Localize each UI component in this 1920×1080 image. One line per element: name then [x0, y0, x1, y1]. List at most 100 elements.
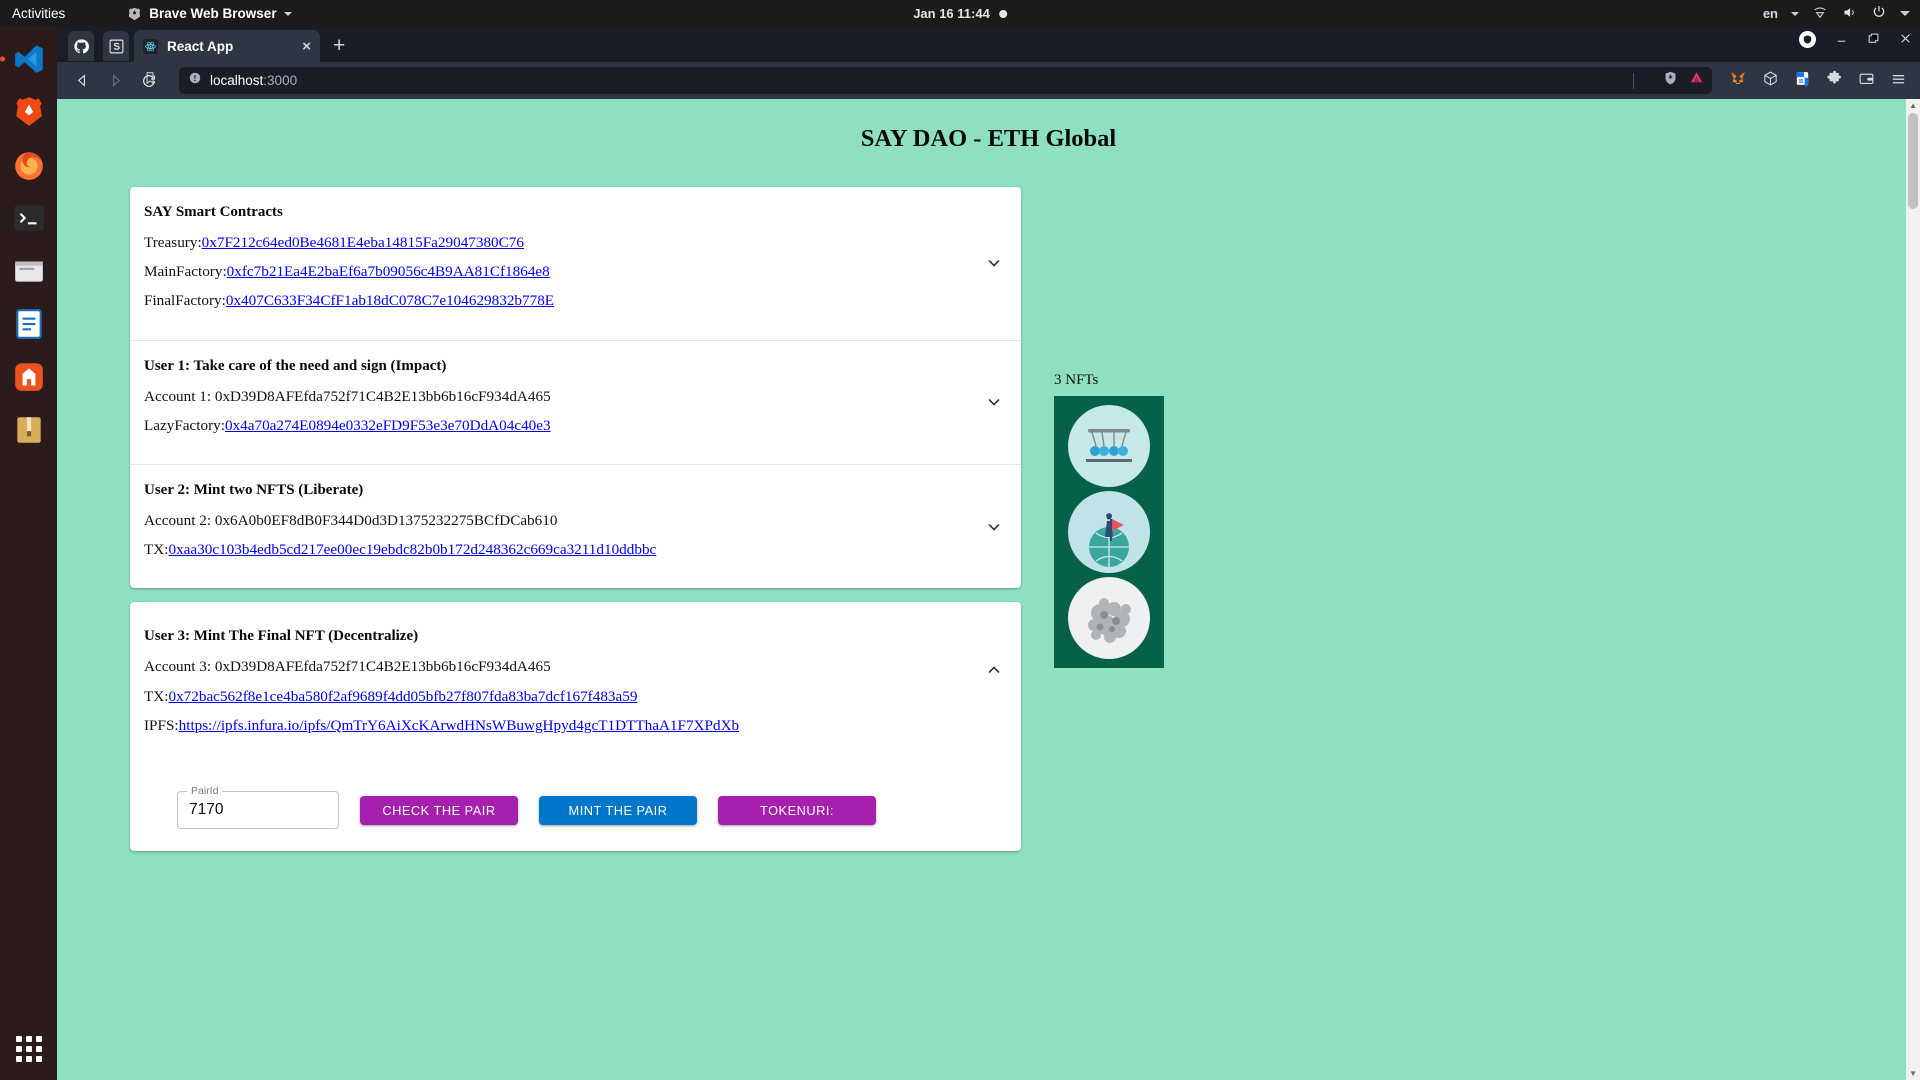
user-2-tx-line: TX:0xaa30c103b4edb5cd217ee00ec19ebdc82b0…: [144, 542, 999, 557]
metamask-extension-icon[interactable]: [1729, 69, 1747, 92]
dock-item-ubuntu-software[interactable]: [7, 355, 51, 399]
mainfactory-address-link[interactable]: 0xfc7b21Ea4E2baEf6a7b09056c4B9AA81Cf1864…: [227, 263, 550, 280]
page-title: SAY DAO - ETH Global: [860, 125, 1117, 152]
show-applications-button[interactable]: [15, 1036, 42, 1062]
wallet-extension-icon[interactable]: [1858, 70, 1875, 92]
nft-panel: 3 NFTs: [1054, 372, 1164, 668]
language-chevron-icon: [1791, 11, 1799, 16]
clock-area[interactable]: Jan 16 11:44: [913, 6, 1007, 21]
dock-item-files[interactable]: [7, 249, 51, 293]
accordion-heading: User 1: Take care of the need and sign (…: [144, 357, 447, 374]
line-label: FinalFactory:: [144, 292, 226, 310]
user-2-tx-link[interactable]: 0xaa30c103b4edb5cd217ee00ec19ebdc82b0b17…: [168, 541, 656, 558]
user-3-ipfs-link[interactable]: https://ipfs.infura.io/ipfs/QmTrY6AiXcKA…: [179, 717, 740, 734]
chevron-up-icon[interactable]: [983, 659, 1005, 681]
brave-shields-icon[interactable]: [1663, 70, 1678, 91]
omnibox-separator: [1633, 72, 1634, 89]
accordion-user-2[interactable]: User 2: Mint two NFTS (Liberate) Account…: [130, 465, 1021, 588]
brave-rewards-icon[interactable]: [1799, 31, 1816, 48]
user-3-ipfs-line: IPFS:https://ipfs.infura.io/ipfs/QmTrY6A…: [144, 718, 1007, 733]
nft-newtons-cradle-icon[interactable]: [1068, 405, 1150, 487]
tab-title-label: React App: [167, 38, 234, 54]
dock-item-vscode[interactable]: [0, 37, 51, 81]
minimize-window-button[interactable]: [1835, 32, 1848, 48]
content-column: SAY Smart Contracts Treasury:0x7F212c64e…: [130, 187, 1021, 852]
dock-item-terminal[interactable]: [7, 196, 51, 240]
extensions-toolbar: [1719, 69, 1911, 92]
line-label: Treasury:: [144, 234, 202, 251]
site-info-icon[interactable]: [188, 71, 202, 90]
pairid-label: PairId: [187, 785, 223, 798]
scroll-up-arrow-icon[interactable]: ▲: [1909, 101, 1917, 110]
account-1-line: Account 1: 0xD39D8AFEfda752f71C4B2E13bb6…: [144, 389, 999, 404]
dock-item-archive-manager[interactable]: [7, 408, 51, 452]
bookmark-icon[interactable]: [143, 70, 157, 91]
finalfactory-address-link[interactable]: 0x407C633F34CfF1ab18dC078C7e104629832b77…: [226, 292, 554, 309]
contract-line-finalfactory: FinalFactory:0x407C633F34CfF1ab18dC078C7…: [144, 293, 999, 308]
react-favicon-icon: [143, 38, 158, 54]
maximize-window-button[interactable]: [1867, 32, 1880, 48]
lazyfactory-line: LazyFactory:0x4a70a274E0894e0332eFD9F53e…: [144, 418, 999, 433]
dock-item-brave[interactable]: [7, 90, 51, 134]
check-the-pair-button[interactable]: CHECK THE PAIR: [360, 795, 518, 825]
puzzle-extensions-icon[interactable]: [1826, 70, 1843, 92]
chevron-down-icon: [283, 11, 292, 16]
line-label: TX:: [144, 541, 169, 559]
network-icon: [1812, 4, 1828, 23]
google-docs-extension-icon[interactable]: [1794, 70, 1811, 92]
user-3-tx-line: TX:0x72bac562f8e1ce4ba580f2af9689f4dd05b…: [144, 689, 1007, 704]
accordion-say-smart-contracts[interactable]: SAY Smart Contracts Treasury:0x7F212c64e…: [130, 187, 1021, 341]
metamask-omnibox-icon[interactable]: [1689, 71, 1704, 91]
chevron-down-icon[interactable]: [983, 391, 1005, 413]
lazyfactory-address-link[interactable]: 0x4a70a274E0894e0332eFD9F53e3e70DdA04c40…: [225, 417, 551, 434]
back-button[interactable]: [66, 66, 99, 96]
pairid-input[interactable]: PairId 7170: [177, 785, 339, 830]
activities-button[interactable]: Activities: [12, 6, 65, 21]
keyboard-language-label[interactable]: en: [1763, 6, 1778, 21]
page-scrollbar[interactable]: ▲ ▼: [1906, 99, 1920, 1080]
mint-the-pair-button[interactable]: MINT THE PAIR: [539, 795, 697, 825]
accordion-heading: User 2: Mint two NFTS (Liberate): [144, 482, 364, 499]
treasury-address-link[interactable]: 0x7F212c64ed0Be4681E4eba14815Fa29047380C…: [202, 234, 524, 251]
recording-indicator-icon: [998, 9, 1007, 18]
accordion-group-card: SAY Smart Contracts Treasury:0x7F212c64e…: [130, 187, 1021, 589]
running-indicator-icon: [0, 56, 5, 62]
tab-strip: React App × +: [57, 27, 1920, 62]
chevron-down-icon[interactable]: [983, 252, 1005, 274]
brave-browser-window: React App × + localhost:3000 SAY DAO - E…: [57, 27, 1920, 1080]
nft-abstract-cloud-icon[interactable]: [1068, 577, 1150, 659]
app-menu-button[interactable]: Brave Web Browser: [127, 6, 292, 22]
nft-person-globe-icon[interactable]: [1068, 491, 1150, 573]
ubuntu-dock: [0, 27, 57, 1080]
scroll-down-arrow-icon[interactable]: ▼: [1909, 1069, 1917, 1078]
address-bar[interactable]: localhost:3000: [146, 67, 1712, 94]
close-tab-icon[interactable]: ×: [302, 39, 311, 54]
line-label: Account 2: 0x6A0b0EF8dB0F344D0d3D1375232…: [144, 512, 558, 530]
accordion-heading: SAY Smart Contracts: [144, 204, 283, 220]
accordion-user-1[interactable]: User 1: Take care of the need and sign (…: [130, 341, 1021, 466]
accordion-user-3-card: User 3: Mint The Final NFT (Decentralize…: [130, 602, 1021, 852]
chevron-down-icon[interactable]: [983, 516, 1005, 538]
system-status-area[interactable]: en: [1763, 4, 1910, 23]
tokenuri-button[interactable]: TOKENURI:: [718, 795, 876, 825]
nft-count-label: 3 NFTs: [1054, 372, 1099, 388]
tab-react-app[interactable]: React App ×: [134, 30, 320, 62]
clock-label: Jan 16 11:44: [913, 6, 990, 21]
new-tab-button[interactable]: +: [333, 34, 345, 58]
cube-extension-icon[interactable]: [1762, 70, 1779, 92]
close-window-button[interactable]: [1899, 32, 1912, 48]
account-2-line: Account 2: 0x6A0b0EF8dB0F344D0d3D1375232…: [144, 513, 999, 528]
user-3-tx-link[interactable]: 0x72bac562f8e1ce4ba580f2af9689f4dd05bfb2…: [168, 688, 637, 705]
window-controls: [1799, 31, 1912, 48]
browser-menu-icon[interactable]: [1890, 70, 1907, 92]
nft-list: [1054, 396, 1164, 668]
dock-item-libreoffice-writer[interactable]: [7, 302, 51, 346]
forward-button[interactable]: [99, 66, 132, 96]
system-menu-chevron-icon[interactable]: [1900, 11, 1910, 16]
page-content: SAY DAO - ETH Global SAY Smart Contracts…: [57, 99, 1920, 1080]
pinned-tab-github[interactable]: [68, 31, 94, 61]
line-label: Account 1: 0xD39D8AFEfda752f71C4B2E13bb6…: [144, 387, 551, 405]
pinned-tab-sketch[interactable]: [103, 31, 129, 61]
scrollbar-thumb[interactable]: [1908, 113, 1918, 209]
dock-item-firefox[interactable]: [7, 143, 51, 187]
